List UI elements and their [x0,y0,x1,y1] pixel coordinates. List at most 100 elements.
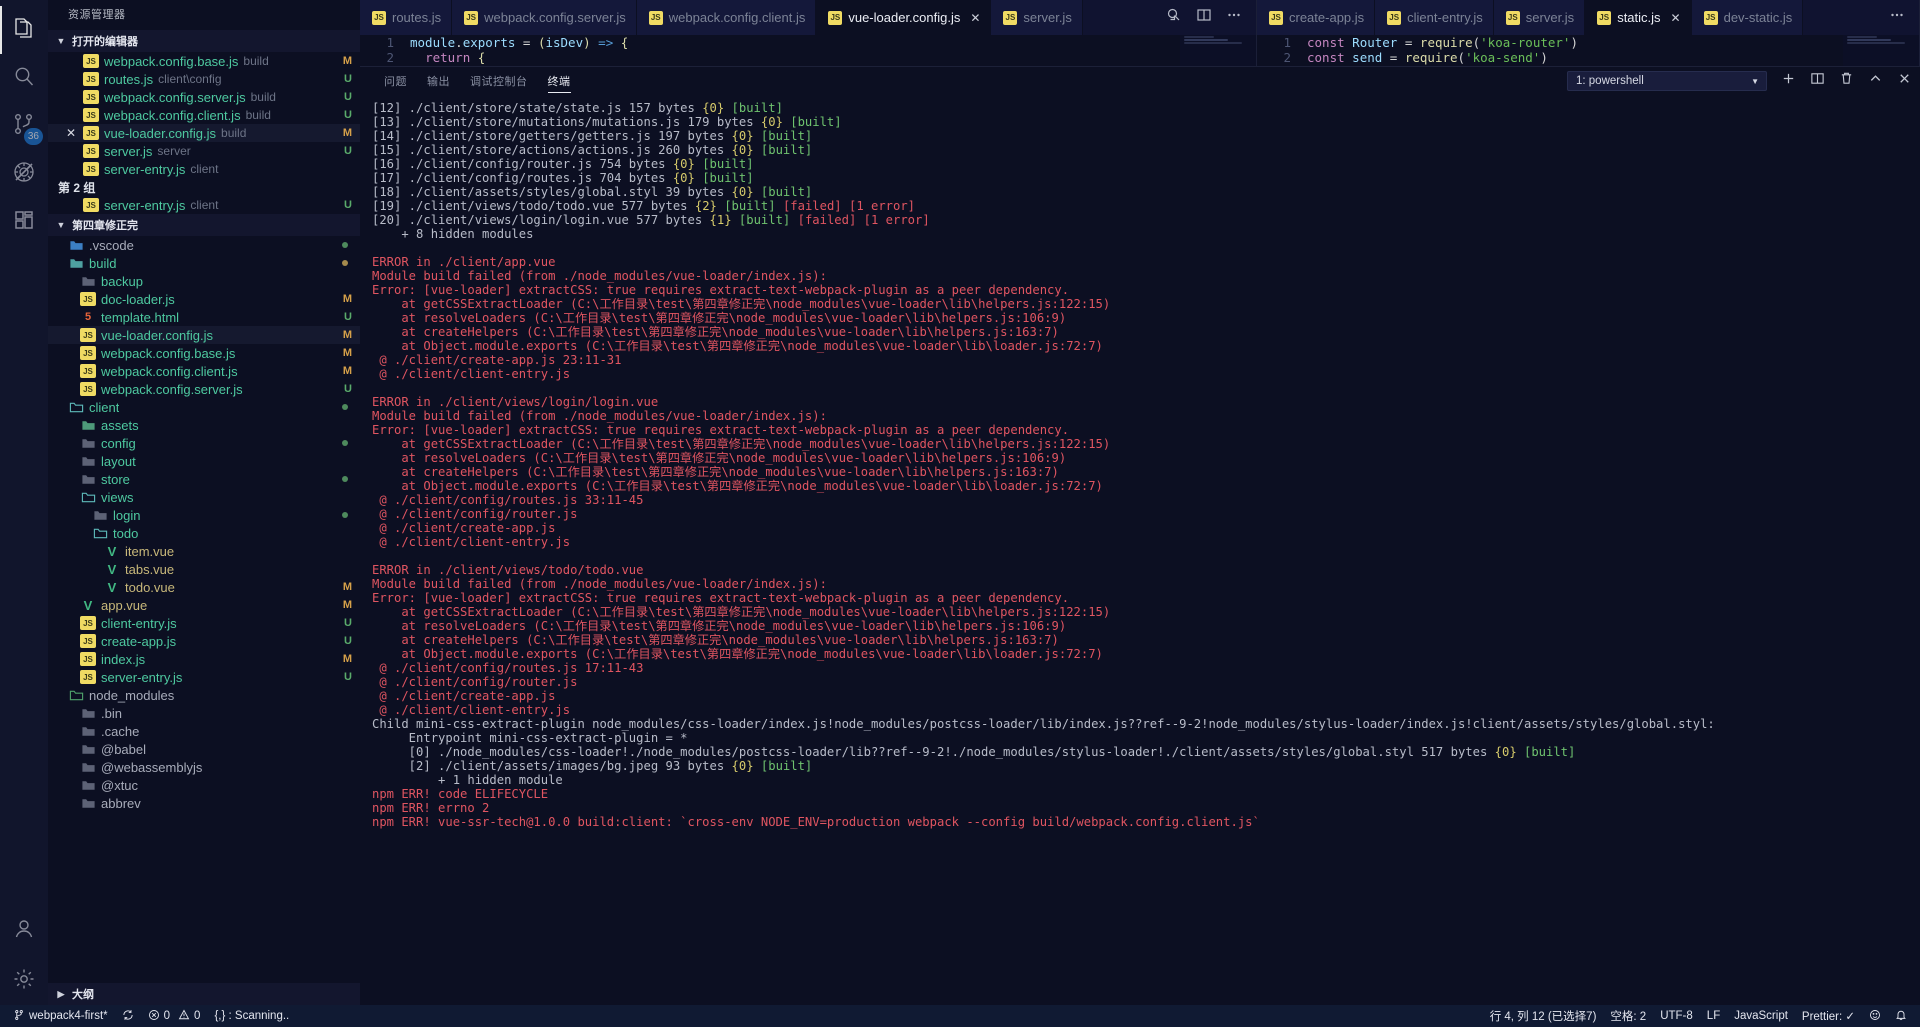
editor-tab[interactable]: JS dev-static.js [1691,0,1804,35]
status-cursor-position[interactable]: 行 4, 列 12 (已选择7) [1483,1005,1604,1027]
close-icon[interactable]: ✕ [64,126,78,140]
status-language-mode[interactable]: JavaScript [1727,1005,1795,1027]
file-tree-item[interactable]: build [48,254,360,272]
file-tree-item[interactable]: backup [48,272,360,290]
file-tree-item[interactable]: @webassemblyjs [48,758,360,776]
status-encoding[interactable]: UTF-8 [1653,1005,1700,1027]
file-tree-item[interactable]: JS server-entry.js U [48,668,360,686]
editor-code[interactable]: 1 module. exports = (isDev) => {2 return { [360,35,1256,66]
file-tree-item[interactable]: todo [48,524,360,542]
file-tree-item[interactable]: JS doc-loader.js M [48,290,360,308]
section-open-editors[interactable]: ▼ 打开的编辑器 [48,30,360,52]
file-tree-item[interactable]: JS webpack.config.base.js M [48,344,360,362]
layout-icon[interactable] [1196,7,1212,28]
open-editor-item[interactable]: JS server-entry.js client U [48,196,360,214]
more-actions-icon[interactable] [1889,7,1905,28]
open-editor-item[interactable]: JS server-entry.js client [48,160,360,178]
close-icon[interactable]: ✕ [1671,11,1681,25]
close-icon[interactable]: ✕ [970,11,980,25]
activity-item-search[interactable] [0,54,48,102]
file-tree-item[interactable]: .cache [48,722,360,740]
status-sync[interactable] [115,1005,141,1027]
file-tree-item[interactable]: JS webpack.config.server.js U [48,380,360,398]
file-tree-item[interactable]: JS create-app.js U [48,632,360,650]
activity-item-extensions[interactable] [0,198,48,246]
close-panel-icon[interactable] [1897,71,1912,91]
file-tree-item[interactable]: login [48,506,360,524]
file-tree-item[interactable]: .vscode [48,236,360,254]
code-line: 2 const send = require('koa-send') [1257,50,1919,65]
status-feedback[interactable] [1862,1005,1888,1027]
minimap[interactable] [1180,35,1256,66]
file-tree-item[interactable]: config [48,434,360,452]
terminal-selector[interactable]: 1: powershell ▼ [1567,71,1767,91]
editor-tab[interactable]: JS server.js [991,0,1083,35]
file-tree-item[interactable]: Vapp.vue M [48,596,360,614]
status-indentation[interactable]: 空格: 2 [1603,1005,1653,1027]
file-tree-item[interactable]: Vtabs.vue [48,560,360,578]
more-actions-icon[interactable] [1226,7,1242,28]
file-tree-item[interactable]: JS webpack.config.client.js M [48,362,360,380]
panel-tab[interactable]: 终端 [538,67,581,95]
status-branch[interactable]: webpack4-first* [6,1005,115,1027]
new-terminal-icon[interactable] [1781,71,1796,91]
open-editor-item[interactable]: JS webpack.config.server.js build U [48,88,360,106]
status-problems[interactable]: 0 0 [141,1005,208,1027]
file-tree-item[interactable]: Vtodo.vue M [48,578,360,596]
activity-item-explorer[interactable] [0,6,48,54]
file-tree-item[interactable]: client [48,398,360,416]
open-editor-item[interactable]: ✕ JS vue-loader.config.js build M [48,124,360,142]
activity-item-settings[interactable] [0,957,48,1005]
split-editor-icon[interactable] [1166,7,1182,28]
file-tree-item[interactable]: abbrev [48,794,360,812]
editor-tab[interactable]: JS static.js ✕ [1585,0,1692,35]
file-tree-item[interactable]: @babel [48,740,360,758]
js-icon: JS [80,652,96,666]
terminal-span: [16] ./client/config/router.js 754 bytes [372,157,673,171]
open-editor-item[interactable]: JS routes.js client\config U [48,70,360,88]
file-tree-item[interactable]: 5 template.html U [48,308,360,326]
editor-tab[interactable]: JS webpack.config.server.js [452,0,637,35]
section-project-root[interactable]: ▼ 第四章修正完 [48,214,360,236]
file-tree-item[interactable]: .bin [48,704,360,722]
editor-tab[interactable]: JS client-entry.js [1375,0,1494,35]
file-tree-item[interactable]: views [48,488,360,506]
kill-terminal-icon[interactable] [1839,71,1854,91]
file-tree-item[interactable]: store [48,470,360,488]
open-editor-item[interactable]: JS webpack.config.base.js build M [48,52,360,70]
terminal-output[interactable]: [12] ./client/store/state/state.js 157 b… [360,95,1920,1005]
file-tree-item[interactable]: node_modules [48,686,360,704]
editor-tab[interactable]: JS routes.js [360,0,453,35]
editor-tab[interactable]: JS create-app.js [1257,0,1376,35]
activity-item-debug[interactable] [0,150,48,198]
panel-tab[interactable]: 输出 [417,67,460,95]
file-tree-item[interactable]: assets [48,416,360,434]
editor-group-2-header[interactable]: 第 2 组 [48,178,360,196]
file-tree-item[interactable]: JS vue-loader.config.js M [48,326,360,344]
editor-tab[interactable]: JS vue-loader.config.js ✕ [816,0,992,35]
panel-tab[interactable]: 调试控制台 [460,67,538,95]
split-terminal-icon[interactable] [1810,71,1825,91]
activity-item-accounts[interactable] [0,909,48,957]
error-count: 0 [163,1010,171,1022]
editor-code[interactable]: 1 const Router = require('koa-router') 2 co… [1257,35,1919,66]
minimap[interactable] [1843,35,1919,66]
terminal-span: ERROR in ./client/views/todo/todo.vue [372,563,644,577]
editor-tab[interactable]: JS webpack.config.client.js [636,0,817,35]
panel-tab[interactable]: 问题 [374,67,417,95]
status-prettier[interactable]: Prettier: ✓ [1795,1005,1862,1027]
file-tree-item[interactable]: JS index.js M [48,650,360,668]
file-tree-item[interactable]: Vitem.vue [48,542,360,560]
activity-item-source-control[interactable]: 36 [0,102,48,150]
section-outline[interactable]: ▶ 大纲 [48,983,360,1005]
editor-tab[interactable]: JS server.js [1493,0,1586,35]
open-editor-item[interactable]: JS webpack.config.client.js build U [48,106,360,124]
file-tree-item[interactable]: JS client-entry.js U [48,614,360,632]
status-scanning[interactable]: {,} : Scanning.. [207,1005,296,1027]
file-tree-item[interactable]: @xtuc [48,776,360,794]
open-editor-item[interactable]: JS server.js server U [48,142,360,160]
status-notifications[interactable] [1888,1005,1914,1027]
file-tree-item[interactable]: layout [48,452,360,470]
status-eol[interactable]: LF [1700,1005,1727,1027]
maximize-panel-icon[interactable] [1868,71,1883,91]
